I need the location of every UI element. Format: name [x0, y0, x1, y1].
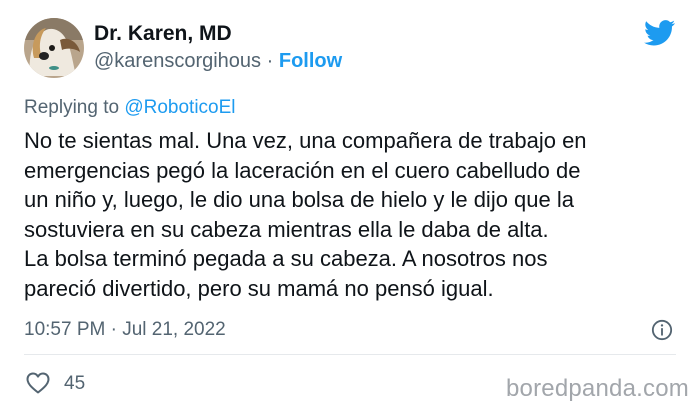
tweet-text-line: sostuviera en su cabeza mientras ella le…: [24, 216, 549, 242]
heart-icon[interactable]: [26, 372, 50, 394]
avatar[interactable]: [24, 18, 84, 78]
replying-to: Replying to @RoboticoEl: [24, 97, 236, 119]
tweet-time: 10:57 PM: [24, 319, 106, 340]
tweet-text-line: La bolsa terminó pegada a su cabeza. A n…: [24, 246, 548, 271]
like-count: 45: [64, 373, 86, 394]
corgi-avatar-icon: [24, 18, 84, 78]
timestamp-separator: ·: [110, 319, 117, 340]
author-name[interactable]: Dr. Karen, MD: [94, 22, 232, 46]
tweet-text-line: emergencias pegó la laceración en el cue…: [24, 157, 581, 183]
replying-to-prefix: Replying to: [24, 97, 125, 118]
reply-mention-link[interactable]: @RoboticoEl: [124, 97, 235, 118]
follow-button[interactable]: Follow: [279, 50, 342, 72]
tweet-text: No te sientas mal. Una vez, una compañer…: [24, 126, 692, 303]
watermark: boredpanda.com: [506, 375, 689, 402]
author-handle[interactable]: @karenscorgihous: [94, 50, 261, 72]
tweet-timestamp[interactable]: 10:57 PM · Jul 21, 2022: [24, 319, 226, 341]
tweet-text-line: No te sientas mal. Una vez, una compañer…: [24, 128, 587, 153]
info-icon[interactable]: [651, 319, 673, 341]
tweet-text-line: un niño y, luego, le dio una bolsa de hi…: [24, 187, 574, 212]
tweet-date: Jul 21, 2022: [122, 319, 226, 340]
handle-separator: ·: [266, 50, 274, 72]
tweet-text-line: pareció divertido, pero su mamá no pensó…: [24, 275, 494, 301]
twitter-bird-icon[interactable]: [644, 20, 676, 46]
divider: [24, 354, 676, 355]
author-handle-row: @karenscorgihous · Follow: [94, 50, 342, 73]
